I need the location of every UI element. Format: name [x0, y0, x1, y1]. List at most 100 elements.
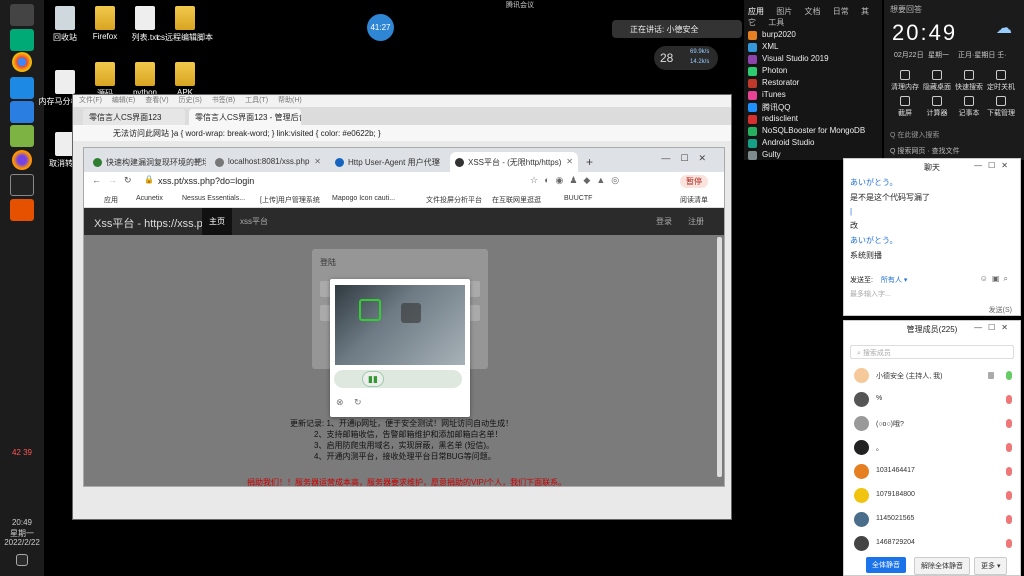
mic-icon[interactable] [1006, 371, 1012, 380]
chrome-tab[interactable]: Http User-Agent 用户代理 ✕ [330, 152, 446, 172]
nav-home[interactable]: 主页 [202, 208, 232, 235]
paused-button[interactable]: 暂停 [680, 175, 708, 188]
menu-item[interactable]: 工具(T) [245, 97, 268, 104]
menu-item[interactable]: 文件(F) [79, 97, 102, 104]
member-row[interactable]: (○o○)哦? [844, 413, 1020, 437]
meeting-timer[interactable]: 41:27 [367, 14, 394, 41]
extensions-icon[interactable]: ☆◐◉♟◆▲◎ [530, 175, 625, 186]
bookmark-item[interactable]: 文件投屏分析平台 [426, 195, 482, 205]
quick-button[interactable]: 快速搜索 [952, 70, 986, 92]
app-list-item[interactable]: 腾讯QQ [748, 102, 865, 114]
chrome-tab[interactable]: 快速构建漏洞复现环境的靶场 ✕ [88, 152, 206, 172]
app-blue-icon[interactable] [10, 77, 34, 99]
recipient-select[interactable]: 所有人 ▾ [881, 277, 907, 284]
meeting-icon[interactable] [10, 101, 34, 123]
close-icon[interactable]: ✕ [566, 157, 573, 166]
app-list-item[interactable]: iTunes [748, 90, 865, 102]
window-controls[interactable]: —☐✕ [974, 323, 1014, 332]
reload-icon[interactable]: ↻ [124, 175, 132, 186]
menu-item[interactable]: 书签(B) [212, 97, 235, 104]
quick-button[interactable]: 隐藏桌面 [920, 70, 954, 92]
bookmark-item[interactable]: [上传]用户管理系统 [260, 195, 320, 205]
app-list-item[interactable]: Restorator [748, 78, 865, 90]
site-brand[interactable]: Xss平台 - https://xss.pt [94, 215, 206, 231]
quick-search-web[interactable]: Q 搜索网页 · 查找文件 [890, 146, 960, 156]
meeting-indicator[interactable]: 腾讯会议 [488, 0, 540, 10]
unmute-all-button[interactable]: 解除全体静音 [914, 557, 970, 575]
mic-muted-icon[interactable] [1006, 395, 1012, 404]
chrome-icon[interactable] [12, 52, 32, 72]
mic-muted-icon[interactable] [1006, 443, 1012, 452]
notification-icon[interactable] [16, 554, 28, 566]
send-button[interactable]: 发送(S) [989, 305, 1012, 315]
chat-input[interactable]: 最多输入字... [850, 289, 891, 299]
weather-icon[interactable]: ☁ [996, 18, 1012, 38]
desktop-icon-cs-script[interactable]: cs远程编辑脚本 [155, 6, 215, 43]
mic-muted-icon[interactable] [1006, 515, 1012, 524]
window-controls[interactable]: —☐✕ [974, 161, 1014, 170]
emoji-icon[interactable]: ☺▣⌕ [980, 274, 1012, 284]
quick-button[interactable]: 定时关机 [984, 70, 1018, 92]
mic-muted-icon[interactable] [1006, 491, 1012, 500]
desktop-icon-apk[interactable]: APK [155, 62, 215, 97]
quick-search-input[interactable]: Q 在此键入搜索 [890, 130, 939, 140]
member-row[interactable]: 1145021565 [844, 509, 1020, 533]
panel-tab[interactable]: 应用 [748, 7, 764, 16]
quick-button[interactable]: 计算器 [920, 96, 954, 118]
quick-button[interactable]: 清理内存 [888, 70, 922, 92]
app-orange-icon[interactable] [10, 199, 34, 221]
member-row[interactable]: 。 [844, 437, 1020, 461]
quick-button[interactable]: 记事本 [952, 96, 986, 118]
menu-item[interactable]: 编辑(E) [112, 97, 135, 104]
close-icon[interactable]: ✕ [434, 157, 441, 166]
taskbar-time[interactable]: 20:49 [0, 518, 44, 527]
menu-item[interactable]: 查看(V) [145, 97, 168, 104]
chrome-tab-active[interactable]: XSS平台 - (无限http/https) ✕ [450, 152, 578, 172]
outer-tab-active[interactable]: 零信言人CS界面123 - 管理后台 [189, 109, 301, 125]
terminal-icon[interactable] [10, 174, 34, 196]
app-list-item[interactable]: Android Studio [748, 138, 865, 150]
app-list-item[interactable]: Photon [748, 66, 865, 78]
member-row[interactable]: % [844, 389, 1020, 413]
panel-tab[interactable]: 文档 [804, 7, 820, 16]
camera-icon[interactable] [988, 372, 994, 379]
app-list-item[interactable]: burp2020 [748, 30, 865, 42]
nav-register[interactable]: 注册 [688, 216, 704, 227]
bookmark-item[interactable]: Mapogo Icon cauti... [332, 195, 395, 202]
member-row[interactable]: 1079184800 [844, 485, 1020, 509]
wechat-icon[interactable] [10, 29, 34, 51]
panel-tab[interactable]: 工具 [768, 18, 784, 27]
member-row[interactable]: 1468729204 [844, 533, 1020, 557]
quick-button[interactable]: 下载管理 [984, 96, 1018, 118]
chrome-tab[interactable]: localhost:8081/xss.php ✕ [210, 152, 326, 172]
slider-handle[interactable]: ▮▮ [362, 371, 384, 387]
back-icon[interactable]: ← [92, 175, 101, 185]
bookmark-item[interactable]: BUUCTF [564, 195, 592, 202]
menu-item[interactable]: 帮助(H) [278, 97, 302, 104]
member-row[interactable]: 1031464417 [844, 461, 1020, 485]
firefox-icon[interactable] [12, 150, 32, 170]
bookmark-item[interactable]: Nessus Essentials... [182, 195, 245, 202]
menu-item[interactable]: 历史(S) [179, 97, 202, 104]
forward-icon[interactable]: → [108, 175, 117, 185]
address-input[interactable]: xss.pt/xss.php?do=login [158, 176, 254, 186]
bookmark-item[interactable]: 阅读清单 [680, 195, 708, 205]
window-controls[interactable]: —☐✕ [661, 153, 716, 164]
close-icon[interactable]: ⊗ [336, 397, 344, 408]
app-list-item[interactable]: Visual Studio 2019 [748, 54, 865, 66]
outer-tab[interactable]: 零信言人CS界面123 [83, 109, 185, 125]
close-icon[interactable]: ✕ [314, 157, 321, 166]
bookmark-item[interactable]: Acunetix [136, 195, 163, 202]
member-search-input[interactable]: ⌕ 搜索成员 [850, 345, 1014, 359]
nav-xss[interactable]: xss平台 [240, 216, 268, 227]
bookmark-item[interactable]: 在互联网里逛逛 [492, 195, 541, 205]
member-row[interactable]: 小德安全 (主持人, 我) [844, 365, 1020, 389]
puzzle-piece-icon[interactable] [359, 299, 381, 321]
app-list-item[interactable]: redisclient [748, 114, 865, 126]
outer-address-bar[interactable]: 无法访问此网站 }a { word-wrap: break-word; } li… [73, 125, 731, 141]
panel-tab[interactable]: 日常 [833, 7, 849, 16]
mic-muted-icon[interactable] [1006, 539, 1012, 548]
refresh-icon[interactable]: ↻ [354, 397, 362, 408]
new-tab-button[interactable]: + [586, 155, 593, 169]
more-button[interactable]: 更多 ▾ [974, 557, 1008, 575]
